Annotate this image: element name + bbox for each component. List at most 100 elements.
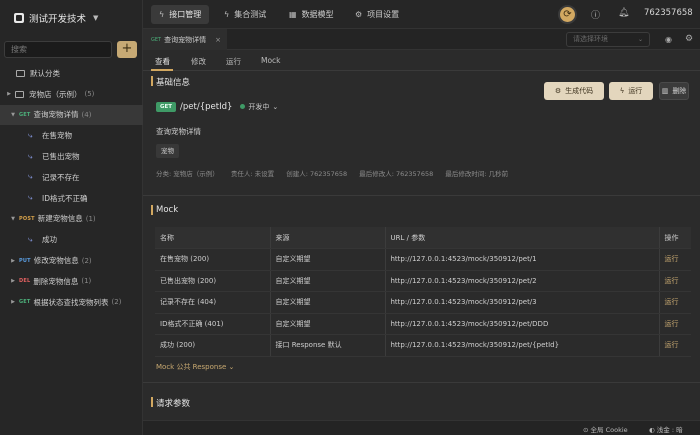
mock-icon: ⤷ (28, 172, 33, 182)
status-dot (240, 104, 246, 109)
tree-mock-item[interactable]: ⤷ 记录不存在 (0, 167, 143, 188)
run-link[interactable]: 运行 (659, 334, 691, 357)
gear-icon: ⚙ (355, 10, 363, 19)
sidebar: 测试开发技术 ▼ + 默认分类 ▶ 宠物店（示例） (5) ▼ GET 查询宠物… (0, 0, 143, 435)
caret-right-icon: ▶ (11, 278, 15, 285)
status-bar: ⊙ 全局 Cookie ◐ 浅金 : 暗 (143, 420, 700, 435)
help-icon[interactable]: ⓘ (591, 8, 600, 21)
run-link[interactable]: 运行 (659, 291, 691, 314)
tree-item-default-category[interactable]: 默认分类 (0, 63, 143, 84)
user-id[interactable]: 762357658 (644, 8, 693, 18)
table-header-row: 名称 来源 URL / 参数 操作 (155, 227, 691, 249)
tab-strip: GET 查询宠物详情 × 请选择环境 ⌄ ◉ ⚙ (143, 29, 700, 50)
table-row: 记录不存在 (404) 自定义期望 http://127.0.0.1:4523/… (155, 291, 691, 314)
tree-mock-item[interactable]: ⤷ 已售出宠物 (0, 146, 143, 167)
tree-mock-item[interactable]: ⤷ 在售宠物 (0, 125, 143, 146)
chevron-down-icon: ⌄ (228, 363, 235, 371)
api-detail-panel: 查看 修改 运行 Mock 基础信息 ⚙ 生成代码 ϟ 运行 ▥ 删除 GET … (143, 50, 700, 420)
api-description: 查询宠物详情 (156, 127, 201, 136)
close-icon[interactable]: × (215, 36, 221, 44)
run-link[interactable]: 运行 (659, 313, 691, 335)
tab-run[interactable]: 运行 (226, 56, 241, 67)
tab-get-pet[interactable]: GET 查询宠物详情 × (143, 29, 227, 50)
mock-icon: ⤷ (28, 193, 33, 203)
search-input[interactable] (4, 41, 112, 58)
delete-button[interactable]: ▥ 删除 (659, 82, 689, 100)
tree-item-get-pet[interactable]: ▼ GET 查询宠物详情 (4) (0, 104, 143, 126)
sync-icon[interactable]: ⟳ (558, 5, 577, 24)
mock-section-title: Mock (156, 205, 179, 215)
tree-item-find-by-status[interactable]: ▶ GET 根据状态查找宠物列表 (2) (0, 292, 143, 313)
section-marker (151, 205, 153, 215)
tab-mock[interactable]: Mock (261, 56, 281, 65)
detail-tabs: 查看 修改 运行 Mock (143, 50, 700, 71)
gear-icon[interactable]: ⚙ (685, 34, 693, 44)
nav-collection-test[interactable]: ϟ 集合测试 (216, 5, 274, 24)
folder-icon (15, 90, 24, 98)
bell-icon[interactable]: 🔔︎ (618, 8, 629, 18)
trash-icon: ▥ (661, 87, 669, 95)
mock-table: 名称 来源 URL / 参数 操作 在售宠物 (200) 自定义期望 http:… (155, 227, 691, 357)
global-cookie-button[interactable]: ⊙ 全局 Cookie (583, 424, 628, 434)
tree-folder-petstore[interactable]: ▶ 宠物店（示例） (5) (0, 84, 143, 105)
tree-mock-item[interactable]: ⤷ ID格式不正确 (0, 188, 143, 209)
contrast-icon: ◐ (649, 426, 655, 434)
add-button[interactable]: + (117, 41, 137, 58)
nav-data-model[interactable]: ▦ 数据模型 (281, 5, 342, 24)
table-row: ID格式不正确 (401) 自定义期望 http://127.0.0.1:452… (155, 313, 691, 335)
mock-icon: ⤷ (28, 234, 33, 244)
request-params-title: 请求参数 (156, 399, 191, 409)
tab-edit[interactable]: 修改 (191, 56, 206, 67)
api-path: GET /pet/{petId} 开发中 ⌄ (156, 100, 278, 113)
chevron-down-icon: ▼ (93, 14, 99, 22)
top-bar: ϟ 接口管理 ϟ 集合测试 ▦ 数据模型 ⚙ 项目设置 ⟳ ⓘ 🔔︎ 76235… (143, 0, 700, 29)
cookie-icon: ⊙ (583, 426, 589, 434)
caret-right-icon: ▶ (7, 91, 11, 98)
lightning-icon: ϟ (159, 10, 165, 19)
project-name: 测试开发技术 (29, 14, 87, 25)
generate-code-button[interactable]: ⚙ 生成代码 (544, 82, 604, 100)
status-select[interactable]: 开发中 ⌄ (240, 102, 278, 112)
caret-down-icon: ▼ (11, 215, 15, 222)
nav-api-management[interactable]: ϟ 接口管理 (151, 5, 210, 24)
theme-toggle[interactable]: ◐ 浅金 : 暗 (649, 424, 683, 434)
project-logo-icon (14, 13, 24, 23)
table-row: 成功 (200) 接口 Response 默认 http://127.0.0.1… (155, 334, 691, 357)
caret-right-icon: ▶ (11, 257, 15, 264)
grid-icon: ▦ (289, 10, 297, 19)
path-text: /pet/{petId} (180, 101, 233, 112)
mock-icon: ⤷ (28, 130, 33, 140)
tree-item-delete-pet[interactable]: ▶ DEL 删除宠物信息 (1) (0, 271, 143, 292)
active-tab-indicator (151, 69, 173, 71)
api-tree: 默认分类 ▶ 宠物店（示例） (5) ▼ GET 查询宠物详情 (4) ⤷ 在售… (0, 63, 143, 313)
folder-icon (16, 69, 25, 77)
section-marker (151, 397, 153, 407)
caret-right-icon: ▶ (11, 299, 15, 306)
environment-select[interactable]: 请选择环境 ⌄ (566, 32, 650, 47)
table-row: 在售宠物 (200) 自定义期望 http://127.0.0.1:4523/m… (155, 248, 691, 271)
run-link[interactable]: 运行 (659, 270, 691, 292)
basic-info-title: 基础信息 (156, 78, 191, 88)
tree-item-post-pet[interactable]: ▼ POST 新建宠物信息 (1) (0, 209, 143, 230)
mock-public-response-link[interactable]: Mock 公共 Response ⌄ (156, 362, 234, 372)
chevron-down-icon: ⌄ (272, 102, 279, 111)
lightning-icon: ϟ (224, 10, 230, 19)
mock-icon: ⤷ (28, 151, 33, 161)
section-divider (143, 195, 700, 196)
section-marker (151, 76, 153, 86)
run-button[interactable]: ϟ 运行 (609, 82, 653, 100)
tree-mock-item[interactable]: ⤷ 成功 (0, 229, 143, 250)
api-meta: 分类: 宠物店（示例） 责任人: 未设置 创建人: 762357658 最后修改… (156, 170, 509, 178)
tag-badge: 宠物 (156, 144, 179, 158)
chevron-down-icon: ⌄ (637, 36, 643, 43)
nav-project-settings[interactable]: ⚙ 项目设置 (347, 5, 407, 24)
tab-view[interactable]: 查看 (155, 56, 170, 67)
lightning-icon: ϟ (619, 87, 625, 95)
method-badge: GET (156, 101, 177, 112)
project-switcher[interactable]: 测试开发技术 ▼ (0, 0, 142, 36)
run-link[interactable]: 运行 (659, 248, 691, 271)
eye-icon[interactable]: ◉ (665, 35, 672, 44)
section-divider (143, 382, 700, 383)
tree-item-put-pet[interactable]: ▶ PUT 修改宠物信息 (2) (0, 250, 143, 271)
table-row: 已售出宠物 (200) 自定义期望 http://127.0.0.1:4523/… (155, 270, 691, 292)
